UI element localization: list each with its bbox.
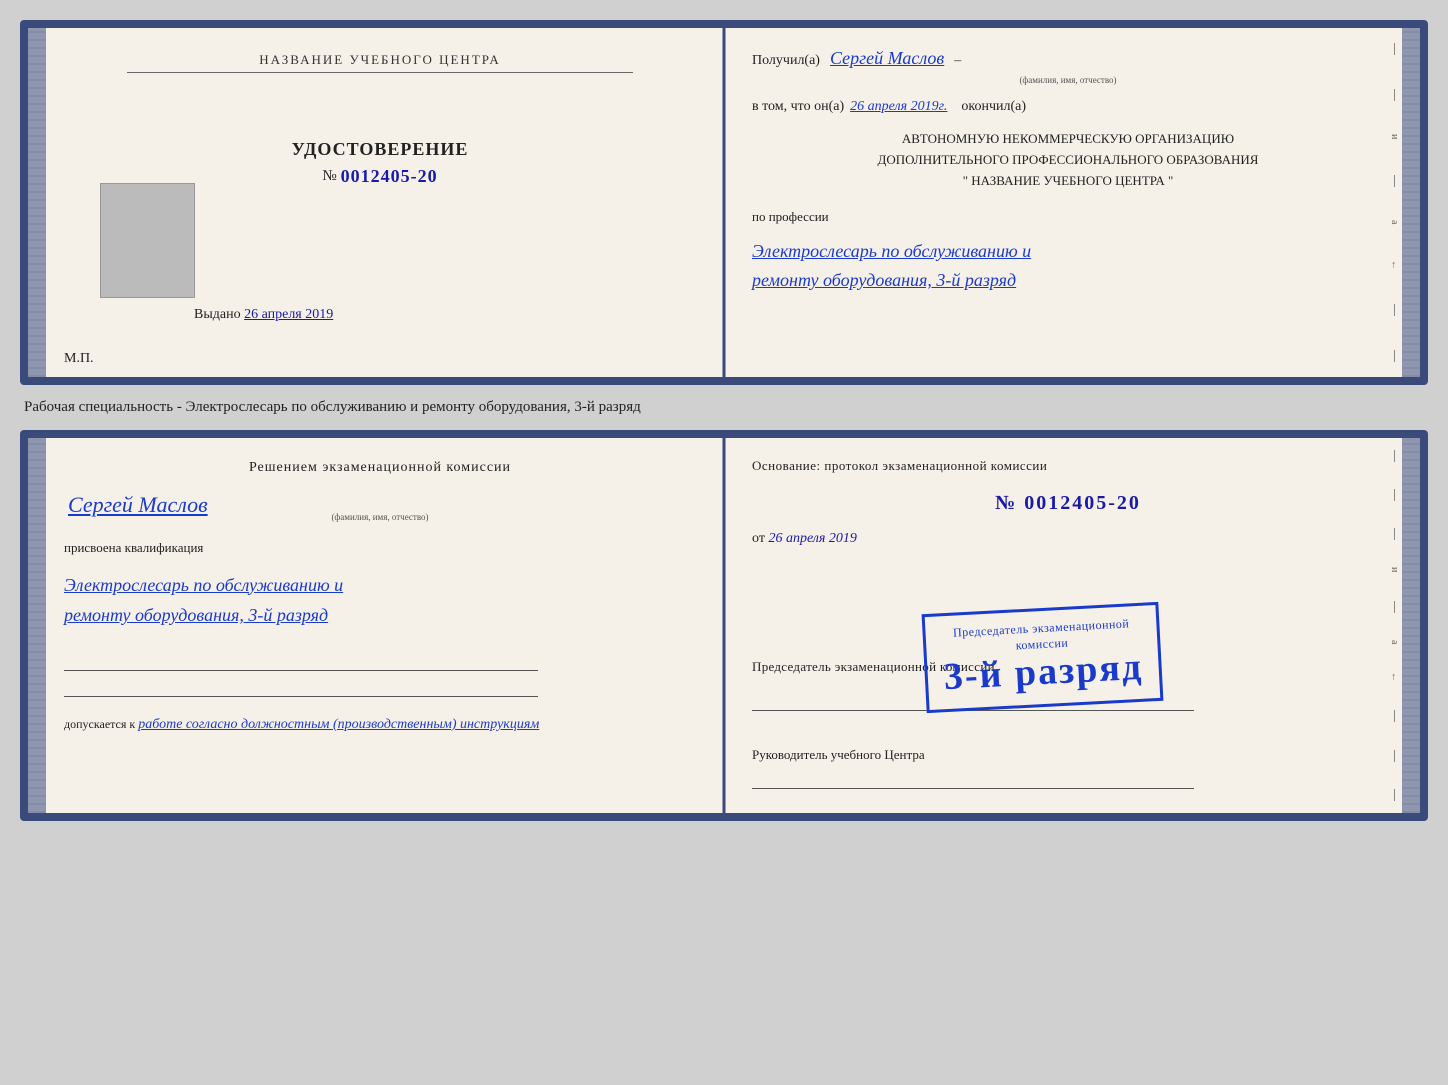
stamp: Председатель экзаменационной комиссии 3-… xyxy=(922,602,1164,713)
bottom-spine-right xyxy=(1402,438,1420,813)
org-line2: ДОПОЛНИТЕЛЬНОГО ПРОФЕССИОНАЛЬНОГО ОБРАЗО… xyxy=(752,150,1384,171)
issued-line: Выдано 26 апреля 2019 xyxy=(194,307,333,323)
bottom-certificate-card: Решением экзаменационной комиссии Сергей… xyxy=(20,430,1428,821)
head-block: Руководитель учебного Центра xyxy=(752,747,1384,763)
top-card-right-panel: Получил(а) Сергей Маслов – (фамилия, имя… xyxy=(724,28,1420,377)
org-block: АВТОНОМНУЮ НЕКОММЕРЧЕСКУЮ ОРГАНИЗАЦИЮ ДО… xyxy=(752,129,1384,191)
allowed-prefix: допускается к xyxy=(64,717,135,731)
protocol-number: № 0012405-20 xyxy=(752,492,1384,515)
profession-value: Электрослесарь по обслуживанию и ремонту… xyxy=(752,237,1384,295)
sig-line-1 xyxy=(64,653,538,671)
completed-suffix: окончил(а) xyxy=(961,99,1026,115)
page-wrapper: НАЗВАНИЕ УЧЕБНОГО ЦЕНТРА УДОСТОВЕРЕНИЕ №… xyxy=(20,20,1428,821)
recipient-name: Сергей Маслов xyxy=(826,48,948,69)
qualification-value: Электрослесарь по обслуживанию и ремонту… xyxy=(64,570,696,631)
qualification-label: присвоена квалификация xyxy=(64,540,696,556)
protocol-date: от 26 апреля 2019 xyxy=(752,531,1384,547)
head-sig-line xyxy=(752,771,1194,789)
bottom-card-right-panel: Основание: протокол экзаменационной коми… xyxy=(724,438,1420,813)
top-certificate-card: НАЗВАНИЕ УЧЕБНОГО ЦЕНТРА УДОСТОВЕРЕНИЕ №… xyxy=(20,20,1428,385)
bottom-right-edge-lines: и а ← xyxy=(1389,438,1400,813)
org-name-top: НАЗВАНИЕ УЧЕБНОГО ЦЕНТРА xyxy=(127,52,633,73)
cert-number-prefix: № xyxy=(322,168,336,185)
mp-label: М.П. xyxy=(64,351,94,367)
sig-line-2 xyxy=(64,679,538,697)
org-line3: " НАЗВАНИЕ УЧЕБНОГО ЦЕНТРА " xyxy=(752,171,1384,192)
org-line1: АВТОНОМНУЮ НЕКОММЕРЧЕСКУЮ ОРГАНИЗАЦИЮ xyxy=(752,129,1384,150)
basis-text: Основание: протокол экзаменационной коми… xyxy=(752,458,1384,474)
photo-placeholder xyxy=(100,183,195,298)
protocol-date-value: 26 апреля 2019 xyxy=(768,531,856,546)
allowed-text: допускается к работе согласно должностны… xyxy=(64,717,696,733)
top-card-left-panel: НАЗВАНИЕ УЧЕБНОГО ЦЕНТРА УДОСТОВЕРЕНИЕ №… xyxy=(28,28,724,377)
head-title: Руководитель учебного Центра xyxy=(752,747,925,762)
bottom-card-left-panel: Решением экзаменационной комиссии Сергей… xyxy=(28,438,724,813)
allowed-value: работе согласно должностным (производств… xyxy=(138,717,539,732)
person-name: Сергей Маслов xyxy=(64,492,212,517)
in-that-line: в том, что он(а) 26 апреля 2019г. окончи… xyxy=(752,99,1384,115)
cert-title: УДОСТОВЕРЕНИЕ xyxy=(292,139,469,160)
in-that-prefix: в том, что он(а) xyxy=(752,99,844,115)
issued-date: 26 апреля 2019 xyxy=(244,307,333,322)
issued-label: Выдано xyxy=(194,307,241,322)
date-prefix: от xyxy=(752,531,765,546)
signature-lines xyxy=(64,653,696,697)
date-completed: 26 апреля 2019г. xyxy=(850,99,947,115)
stamp-main-text: 3-й разряд xyxy=(943,647,1144,699)
received-line: Получил(а) Сергей Маслов – xyxy=(752,48,1384,69)
cert-number: 0012405-20 xyxy=(341,166,438,187)
recipient-subtitle: (фамилия, имя, отчество) xyxy=(752,75,1384,85)
description-text: Рабочая специальность - Электрослесарь п… xyxy=(20,397,1428,418)
stamp-container: Председатель экзаменационной комиссии 3-… xyxy=(924,608,1161,707)
spine-right-decoration xyxy=(1402,28,1420,377)
received-prefix: Получил(а) xyxy=(752,53,820,69)
commission-title: Решением экзаменационной комиссии xyxy=(64,458,696,478)
profession-label: по профессии xyxy=(752,209,1384,225)
